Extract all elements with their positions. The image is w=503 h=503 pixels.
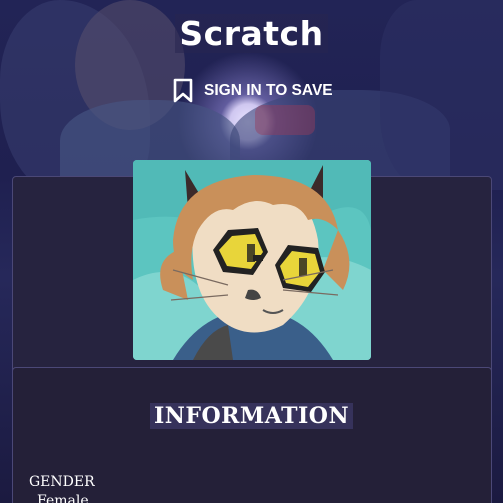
- bookmark-icon: [173, 78, 193, 103]
- background-figure: [255, 105, 315, 135]
- information-heading-text: INFORMATION: [149, 403, 354, 429]
- information-heading: INFORMATION: [0, 403, 503, 429]
- gender-value: Female: [37, 493, 97, 503]
- sign-in-to-save-button[interactable]: SIGN IN TO SAVE: [172, 78, 333, 104]
- gender-value-text: Female: [37, 493, 89, 503]
- page-title: Scratch: [0, 14, 503, 53]
- page-title-text: Scratch: [175, 14, 328, 53]
- gender-label: GENDER: [29, 474, 95, 490]
- character-portrait: [133, 160, 371, 360]
- sign-in-label: SIGN IN TO SAVE: [204, 82, 333, 99]
